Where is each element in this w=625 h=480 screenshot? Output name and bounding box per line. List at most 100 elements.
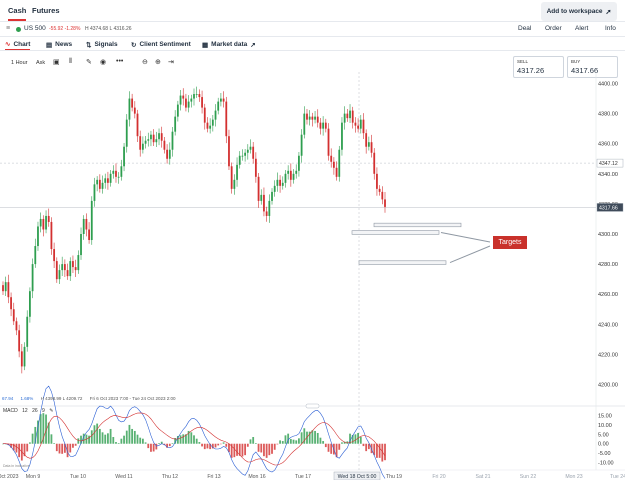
candle-body: [98, 179, 101, 189]
time-tick-label: Mon 9: [26, 474, 41, 480]
candle-body: [230, 166, 233, 189]
macd-histogram-bar: [263, 443, 265, 457]
price-chart[interactable]: 4400.004380.004360.004340.004320.004300.…: [0, 0, 625, 480]
candle-body: [381, 191, 384, 200]
crosshair-time-label: Wed 18 Oct 5:00: [338, 474, 377, 480]
candle-body: [185, 98, 187, 108]
candle-body: [34, 246, 37, 265]
macd-histogram-bar: [365, 443, 368, 452]
candle-body: [53, 249, 56, 262]
candle-body: [359, 119, 362, 129]
macd-histogram-bar: [378, 443, 381, 458]
candle-body: [155, 139, 158, 143]
candle-body: [150, 134, 152, 140]
candle-body: [263, 194, 265, 212]
time-tick-label: Mon 23: [565, 474, 582, 480]
candle-body: [249, 146, 252, 150]
time-tick-label: Thu 12: [162, 474, 178, 480]
candle-body: [139, 136, 142, 150]
macd-histogram-bar: [133, 430, 136, 444]
macd-histogram-bar: [55, 443, 58, 452]
candle-body: [376, 173, 378, 189]
candle-body: [214, 110, 217, 120]
candle-body: [179, 95, 182, 105]
candle-body: [236, 164, 238, 180]
macd-histogram-bar: [109, 428, 112, 444]
macd-histogram-bar: [104, 434, 107, 444]
indicative-note: Data in indicative: [3, 464, 30, 468]
macd-histogram-bar: [58, 443, 61, 454]
candle-body: [257, 176, 260, 201]
candle-body: [20, 351, 23, 367]
candle-body: [362, 119, 365, 134]
macd-tick-label: -5.00: [598, 451, 611, 457]
macd-histogram-bar: [168, 443, 171, 447]
macd-histogram-bar: [314, 430, 316, 444]
time-tick-label: Wed 11: [115, 474, 133, 480]
stats-row: 67.94 1.68% H 4398.99 L 4209.72 Fri 6 Oc…: [2, 396, 182, 401]
macd-histogram-bar: [298, 438, 300, 444]
macd-histogram-bar: [90, 430, 93, 444]
candle-body: [120, 166, 123, 177]
candle-body: [133, 107, 136, 114]
time-tick-label: Oct 2023: [0, 474, 19, 480]
macd-histogram-bar: [74, 443, 77, 446]
candle-body: [176, 104, 179, 117]
macd-histogram-bar: [384, 443, 386, 461]
candle-body: [168, 149, 171, 159]
time-tick-label: Thu 19: [386, 474, 402, 480]
macd-histogram-bar: [289, 439, 292, 444]
macd-slow: 26: [32, 408, 38, 414]
candle-body: [222, 98, 225, 102]
macd-histogram-bar: [198, 442, 201, 444]
candle-body: [378, 188, 381, 192]
candle-body: [367, 142, 370, 147]
candle-body: [244, 152, 247, 156]
macd-histogram-bar: [284, 435, 287, 444]
macd-histogram-bar: [123, 435, 125, 444]
price-tick-label: 4400.00: [598, 82, 618, 88]
macd-legend: MACD 12 26 9 ✎: [3, 408, 56, 414]
macd-histogram-bar: [376, 443, 378, 458]
time-tick-label: Fri 13: [207, 474, 220, 480]
macd-histogram-bar: [225, 443, 228, 447]
candle-body: [268, 200, 271, 216]
time-tick-label: Mon 16: [248, 474, 265, 480]
macd-histogram-bar: [338, 443, 341, 450]
macd-histogram-bar: [249, 439, 252, 444]
macd-histogram-bar: [152, 443, 155, 452]
macd-histogram-bar: [171, 443, 174, 444]
macd-histogram-bar: [96, 423, 99, 444]
price-tick-label: 4220.00: [598, 352, 618, 358]
candle-body: [319, 122, 322, 129]
candle-body: [298, 155, 300, 171]
macd-histogram-bar: [141, 438, 144, 444]
candle-body: [101, 182, 104, 189]
candle-body: [93, 184, 96, 201]
candle-body: [66, 270, 69, 277]
macd-histogram-bar: [252, 437, 255, 444]
candle-body: [233, 179, 236, 189]
candle-body: [254, 158, 257, 177]
candle-body: [74, 267, 77, 271]
targets-annotation: Targets: [493, 236, 527, 249]
price-tick-label: 4360.00: [598, 142, 618, 148]
candle-body: [131, 98, 134, 108]
candle-body: [195, 94, 198, 95]
macd-histogram-bar: [147, 443, 150, 449]
macd-histogram-bar: [354, 434, 357, 444]
candle-body: [128, 98, 131, 120]
macd-histogram-bar: [287, 433, 290, 444]
candle-body: [69, 261, 72, 277]
candle-body: [144, 140, 147, 144]
price-tick-label: 4260.00: [598, 292, 618, 298]
candle-body: [104, 178, 107, 183]
macd-histogram-bar: [257, 443, 260, 452]
candle-body: [85, 218, 88, 230]
price-tick-label: 4300.00: [598, 232, 618, 238]
macd-histogram-bar: [222, 442, 225, 444]
macd-settings-icon[interactable]: ✎: [49, 408, 53, 414]
candle-body: [332, 161, 335, 168]
candle-body: [61, 264, 64, 271]
candle-body: [82, 218, 85, 234]
